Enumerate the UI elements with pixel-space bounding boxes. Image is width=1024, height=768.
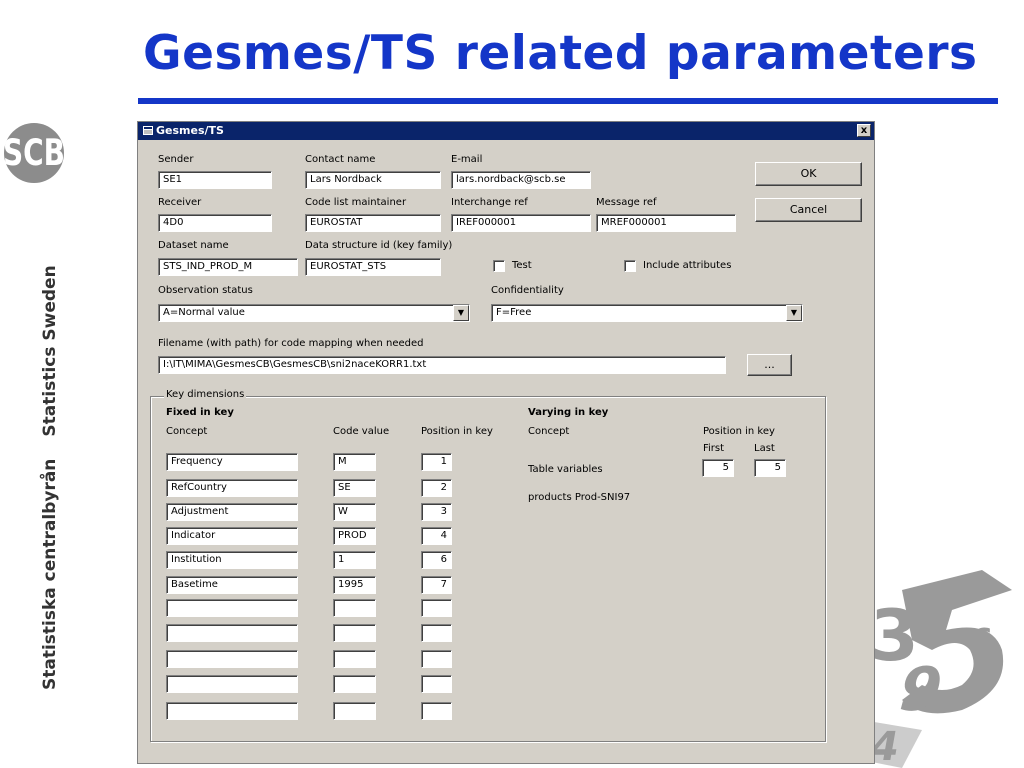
code-value-field[interactable]: SE	[333, 479, 376, 497]
interchange-ref-label: Interchange ref	[451, 197, 528, 208]
interchange-ref-field[interactable]: IREF000001	[451, 214, 591, 232]
side-text-swedish: Statistiska centralbyrån	[40, 458, 60, 690]
message-ref-label: Message ref	[596, 197, 657, 208]
varying-in-key-heading: Varying in key	[528, 407, 609, 418]
slide-title: Gesmes/TS related parameters	[143, 26, 978, 81]
scb-logo-icon: SCB	[3, 123, 65, 183]
first-position-field[interactable]: 5	[702, 459, 734, 477]
concept-field[interactable]: Adjustment	[166, 503, 298, 521]
position-field[interactable]: 4	[421, 527, 452, 545]
chevron-down-icon[interactable]: ▼	[786, 305, 802, 321]
position-field[interactable]	[421, 675, 452, 693]
concept-field[interactable]	[166, 650, 298, 668]
include-attributes-checkbox[interactable]	[624, 260, 636, 272]
position-field[interactable]: 1	[421, 453, 452, 471]
chevron-down-icon[interactable]: ▼	[453, 305, 469, 321]
test-label: Test	[512, 260, 532, 271]
concept-field[interactable]: RefCountry	[166, 479, 298, 497]
code-value-field[interactable]	[333, 624, 376, 642]
sender-label: Sender	[158, 154, 194, 165]
email-field[interactable]: lars.nordback@scb.se	[451, 171, 591, 189]
fixed-in-key-heading: Fixed in key	[166, 407, 234, 418]
code-value-field[interactable]	[333, 702, 376, 720]
data-structure-id-field[interactable]: EUROSTAT_STS	[305, 258, 441, 276]
varying-position-header: Position in key	[703, 426, 775, 437]
code-value-field[interactable]: M	[333, 453, 376, 471]
dataset-name-label: Dataset name	[158, 240, 229, 251]
receiver-label: Receiver	[158, 197, 202, 208]
concept-header: Concept	[166, 426, 208, 437]
concept-field[interactable]	[166, 599, 298, 617]
position-field[interactable]	[421, 702, 452, 720]
window-icon	[143, 126, 153, 135]
concept-field[interactable]: Frequency	[166, 453, 298, 471]
numbers-decoration-icon: 3 9 6 4	[862, 570, 1012, 768]
last-label: Last	[754, 443, 775, 454]
position-field[interactable]: 3	[421, 503, 452, 521]
sender-field[interactable]: SE1	[158, 171, 272, 189]
position-field[interactable]: 2	[421, 479, 452, 497]
code-value-field[interactable]	[333, 599, 376, 617]
filename-field[interactable]: I:\IT\MIMA\GesmesCB\GesmesCB\sni2naceKOR…	[158, 356, 726, 374]
email-label: E-mail	[451, 154, 483, 165]
contact-name-field[interactable]: Lars Nordback	[305, 171, 441, 189]
browse-button[interactable]: ...	[747, 354, 792, 376]
last-position-field[interactable]: 5	[754, 459, 786, 477]
side-text-english: Statistics Sweden	[40, 265, 60, 437]
code-value-field[interactable]	[333, 650, 376, 668]
position-field[interactable]: 7	[421, 576, 452, 594]
concept-field[interactable]: Institution	[166, 551, 298, 569]
observation-status-select[interactable]: A=Normal value ▼	[158, 304, 470, 322]
dialog-title: Gesmes/TS	[156, 124, 224, 137]
side-branding: Statistiska centralbyrån Statistics Swede…	[40, 265, 60, 690]
observation-status-label: Observation status	[158, 285, 253, 296]
confidentiality-select[interactable]: F=Free ▼	[491, 304, 803, 322]
filename-label: Filename (with path) for code mapping wh…	[158, 338, 424, 349]
position-in-key-header: Position in key	[421, 426, 493, 437]
position-field[interactable]: 6	[421, 551, 452, 569]
key-dimensions-title: Key dimensions	[164, 389, 247, 400]
table-variables-label: Table variables	[528, 464, 603, 475]
concept-field[interactable]: Indicator	[166, 527, 298, 545]
concept-field[interactable]: Basetime	[166, 576, 298, 594]
message-ref-field[interactable]: MREF000001	[596, 214, 736, 232]
concept-field[interactable]	[166, 624, 298, 642]
ok-button[interactable]: OK	[755, 162, 862, 186]
observation-status-value: A=Normal value	[163, 307, 245, 318]
position-field[interactable]	[421, 599, 452, 617]
include-attributes-label: Include attributes	[643, 260, 732, 271]
concept-field[interactable]	[166, 675, 298, 693]
position-field[interactable]	[421, 624, 452, 642]
title-divider	[138, 98, 998, 104]
data-structure-id-label: Data structure id (key family)	[305, 240, 453, 251]
code-value-field[interactable]	[333, 675, 376, 693]
products-label: products Prod-SNI97	[528, 492, 631, 503]
varying-concept-header: Concept	[528, 426, 570, 437]
code-value-header: Code value	[333, 426, 390, 437]
code-value-field[interactable]: 1	[333, 551, 376, 569]
dataset-name-field[interactable]: STS_IND_PROD_M	[158, 258, 298, 276]
code-value-field[interactable]: 1995	[333, 576, 376, 594]
svg-text:6: 6	[972, 623, 993, 658]
code-list-maintainer-field[interactable]: EUROSTAT	[305, 214, 441, 232]
first-label: First	[703, 443, 725, 454]
gesmes-dialog: Gesmes/TS x Sender SE1 Contact name Lars…	[137, 121, 875, 764]
confidentiality-label: Confidentiality	[491, 285, 564, 296]
dialog-titlebar: Gesmes/TS x	[138, 122, 874, 140]
test-checkbox[interactable]	[493, 260, 505, 272]
receiver-field[interactable]: 4D0	[158, 214, 272, 232]
code-value-field[interactable]: W	[333, 503, 376, 521]
svg-text:SCB: SCB	[3, 132, 65, 175]
close-button[interactable]: x	[857, 124, 871, 137]
concept-field[interactable]	[166, 702, 298, 720]
code-list-maintainer-label: Code list maintainer	[305, 197, 407, 208]
code-value-field[interactable]: PROD	[333, 527, 376, 545]
confidentiality-value: F=Free	[496, 307, 532, 318]
position-field[interactable]	[421, 650, 452, 668]
contact-name-label: Contact name	[305, 154, 376, 165]
cancel-button[interactable]: Cancel	[755, 198, 862, 222]
